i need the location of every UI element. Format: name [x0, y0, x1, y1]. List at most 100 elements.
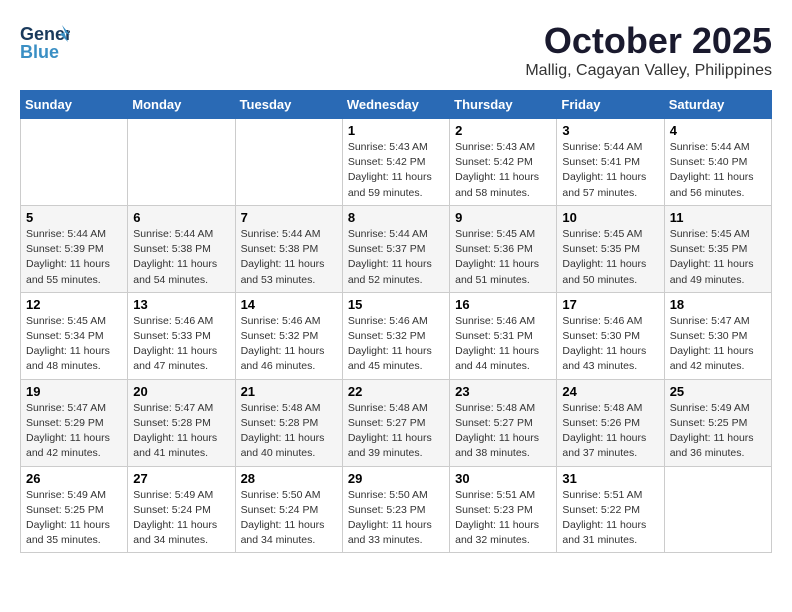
weekday-header-sunday: Sunday — [21, 91, 128, 119]
day-number: 26 — [26, 471, 122, 486]
day-info: Sunrise: 5:44 AMSunset: 5:40 PMDaylight:… — [670, 140, 766, 201]
day-info: Sunrise: 5:51 AMSunset: 5:23 PMDaylight:… — [455, 488, 551, 549]
calendar-cell: 20 Sunrise: 5:47 AMSunset: 5:28 PMDayligh… — [128, 379, 235, 466]
day-info: Sunrise: 5:44 AMSunset: 5:39 PMDaylight:… — [26, 227, 122, 288]
day-number: 27 — [133, 471, 229, 486]
calendar-week-2: 5 Sunrise: 5:44 AMSunset: 5:39 PMDaylight… — [21, 205, 772, 292]
logo: General Blue — [20, 20, 70, 65]
day-info: Sunrise: 5:50 AMSunset: 5:24 PMDaylight:… — [241, 488, 337, 549]
calendar-cell: 15 Sunrise: 5:46 AMSunset: 5:32 PMDayligh… — [342, 292, 449, 379]
calendar-cell: 26 Sunrise: 5:49 AMSunset: 5:25 PMDayligh… — [21, 466, 128, 553]
day-info: Sunrise: 5:49 AMSunset: 5:25 PMDaylight:… — [26, 488, 122, 549]
day-number: 15 — [348, 297, 444, 312]
day-info: Sunrise: 5:45 AMSunset: 5:35 PMDaylight:… — [670, 227, 766, 288]
calendar-cell — [128, 119, 235, 206]
day-info: Sunrise: 5:47 AMSunset: 5:28 PMDaylight:… — [133, 401, 229, 462]
day-info: Sunrise: 5:44 AMSunset: 5:38 PMDaylight:… — [133, 227, 229, 288]
calendar-cell: 3Sunrise: 5:44 AMSunset: 5:41 PMDaylight… — [557, 119, 664, 206]
logo-icon: General Blue — [20, 20, 70, 65]
weekday-header-saturday: Saturday — [664, 91, 771, 119]
day-info: Sunrise: 5:44 AMSunset: 5:38 PMDaylight:… — [241, 227, 337, 288]
calendar-week-4: 19 Sunrise: 5:47 AMSunset: 5:29 PMDayligh… — [21, 379, 772, 466]
calendar-cell: 13 Sunrise: 5:46 AMSunset: 5:33 PMDayligh… — [128, 292, 235, 379]
day-info: Sunrise: 5:49 AMSunset: 5:25 PMDaylight:… — [670, 401, 766, 462]
svg-text:Blue: Blue — [20, 42, 59, 62]
day-info: Sunrise: 5:43 AMSunset: 5:42 PMDaylight:… — [348, 140, 444, 201]
calendar-cell: 7Sunrise: 5:44 AMSunset: 5:38 PMDaylight… — [235, 205, 342, 292]
calendar-cell: 23Sunrise: 5:48 AMSunset: 5:27 PMDayligh… — [450, 379, 557, 466]
day-info: Sunrise: 5:47 AMSunset: 5:29 PMDaylight:… — [26, 401, 122, 462]
calendar-week-5: 26 Sunrise: 5:49 AMSunset: 5:25 PMDayligh… — [21, 466, 772, 553]
day-number: 21 — [241, 384, 337, 399]
day-number: 19 — [26, 384, 122, 399]
day-number: 1 — [348, 123, 444, 138]
day-info: Sunrise: 5:45 AMSunset: 5:36 PMDaylight:… — [455, 227, 551, 288]
day-info: Sunrise: 5:46 AMSunset: 5:33 PMDaylight:… — [133, 314, 229, 375]
day-info: Sunrise: 5:46 AMSunset: 5:30 PMDaylight:… — [562, 314, 658, 375]
day-info: Sunrise: 5:48 AMSunset: 5:28 PMDaylight:… — [241, 401, 337, 462]
day-info: Sunrise: 5:50 AMSunset: 5:23 PMDaylight:… — [348, 488, 444, 549]
day-number: 29 — [348, 471, 444, 486]
day-info: Sunrise: 5:43 AMSunset: 5:42 PMDaylight:… — [455, 140, 551, 201]
calendar-cell: 22 Sunrise: 5:48 AMSunset: 5:27 PMDayligh… — [342, 379, 449, 466]
day-info: Sunrise: 5:51 AMSunset: 5:22 PMDaylight:… — [562, 488, 658, 549]
day-number: 24 — [562, 384, 658, 399]
day-info: Sunrise: 5:44 AMSunset: 5:41 PMDaylight:… — [562, 140, 658, 201]
day-number: 8 — [348, 210, 444, 225]
day-number: 25 — [670, 384, 766, 399]
calendar-cell: 21 Sunrise: 5:48 AMSunset: 5:28 PMDayligh… — [235, 379, 342, 466]
day-number: 4 — [670, 123, 766, 138]
calendar-cell: 29 Sunrise: 5:50 AMSunset: 5:23 PMDayligh… — [342, 466, 449, 553]
day-number: 11 — [670, 210, 766, 225]
calendar-week-3: 12 Sunrise: 5:45 AMSunset: 5:34 PMDayligh… — [21, 292, 772, 379]
day-info: Sunrise: 5:46 AMSunset: 5:31 PMDaylight:… — [455, 314, 551, 375]
calendar-cell: 4 Sunrise: 5:44 AMSunset: 5:40 PMDaylight… — [664, 119, 771, 206]
calendar-cell: 27 Sunrise: 5:49 AMSunset: 5:24 PMDayligh… — [128, 466, 235, 553]
day-info: Sunrise: 5:49 AMSunset: 5:24 PMDaylight:… — [133, 488, 229, 549]
calendar-cell: 18 Sunrise: 5:47 AMSunset: 5:30 PMDayligh… — [664, 292, 771, 379]
day-number: 9 — [455, 210, 551, 225]
calendar-cell: 8Sunrise: 5:44 AMSunset: 5:37 PMDaylight… — [342, 205, 449, 292]
day-info: Sunrise: 5:46 AMSunset: 5:32 PMDaylight:… — [241, 314, 337, 375]
day-number: 30 — [455, 471, 551, 486]
calendar-table: SundayMondayTuesdayWednesdayThursdayFrid… — [20, 90, 772, 553]
calendar-cell: 9 Sunrise: 5:45 AMSunset: 5:36 PMDaylight… — [450, 205, 557, 292]
calendar-cell — [21, 119, 128, 206]
day-info: Sunrise: 5:48 AMSunset: 5:27 PMDaylight:… — [348, 401, 444, 462]
calendar-cell — [235, 119, 342, 206]
calendar-cell: 25 Sunrise: 5:49 AMSunset: 5:25 PMDayligh… — [664, 379, 771, 466]
day-info: Sunrise: 5:45 AMSunset: 5:34 PMDaylight:… — [26, 314, 122, 375]
calendar-cell: 14 Sunrise: 5:46 AMSunset: 5:32 PMDayligh… — [235, 292, 342, 379]
weekday-header-row: SundayMondayTuesdayWednesdayThursdayFrid… — [21, 91, 772, 119]
calendar-cell: 11 Sunrise: 5:45 AMSunset: 5:35 PMDayligh… — [664, 205, 771, 292]
day-number: 31 — [562, 471, 658, 486]
calendar-cell: 16Sunrise: 5:46 AMSunset: 5:31 PMDayligh… — [450, 292, 557, 379]
day-number: 13 — [133, 297, 229, 312]
page-header: General Blue October 2025 Mallig, Cagaya… — [20, 20, 772, 80]
day-number: 17 — [562, 297, 658, 312]
day-number: 14 — [241, 297, 337, 312]
calendar-cell: 17 Sunrise: 5:46 AMSunset: 5:30 PMDayligh… — [557, 292, 664, 379]
calendar-cell — [664, 466, 771, 553]
weekday-header-tuesday: Tuesday — [235, 91, 342, 119]
calendar-cell: 19 Sunrise: 5:47 AMSunset: 5:29 PMDayligh… — [21, 379, 128, 466]
day-number: 18 — [670, 297, 766, 312]
calendar-cell: 6Sunrise: 5:44 AMSunset: 5:38 PMDaylight… — [128, 205, 235, 292]
day-info: Sunrise: 5:48 AMSunset: 5:27 PMDaylight:… — [455, 401, 551, 462]
day-number: 12 — [26, 297, 122, 312]
calendar-cell: 24 Sunrise: 5:48 AMSunset: 5:26 PMDayligh… — [557, 379, 664, 466]
calendar-cell: 30 Sunrise: 5:51 AMSunset: 5:23 PMDayligh… — [450, 466, 557, 553]
calendar-cell: 12 Sunrise: 5:45 AMSunset: 5:34 PMDayligh… — [21, 292, 128, 379]
weekday-header-friday: Friday — [557, 91, 664, 119]
day-info: Sunrise: 5:46 AMSunset: 5:32 PMDaylight:… — [348, 314, 444, 375]
day-info: Sunrise: 5:48 AMSunset: 5:26 PMDaylight:… — [562, 401, 658, 462]
calendar-cell: 1 Sunrise: 5:43 AMSunset: 5:42 PMDaylight… — [342, 119, 449, 206]
weekday-header-thursday: Thursday — [450, 91, 557, 119]
day-number: 22 — [348, 384, 444, 399]
day-info: Sunrise: 5:47 AMSunset: 5:30 PMDaylight:… — [670, 314, 766, 375]
day-number: 20 — [133, 384, 229, 399]
calendar-cell: 31 Sunrise: 5:51 AMSunset: 5:22 PMDayligh… — [557, 466, 664, 553]
day-info: Sunrise: 5:45 AMSunset: 5:35 PMDaylight:… — [562, 227, 658, 288]
day-number: 5 — [26, 210, 122, 225]
calendar-cell: 10Sunrise: 5:45 AMSunset: 5:35 PMDayligh… — [557, 205, 664, 292]
